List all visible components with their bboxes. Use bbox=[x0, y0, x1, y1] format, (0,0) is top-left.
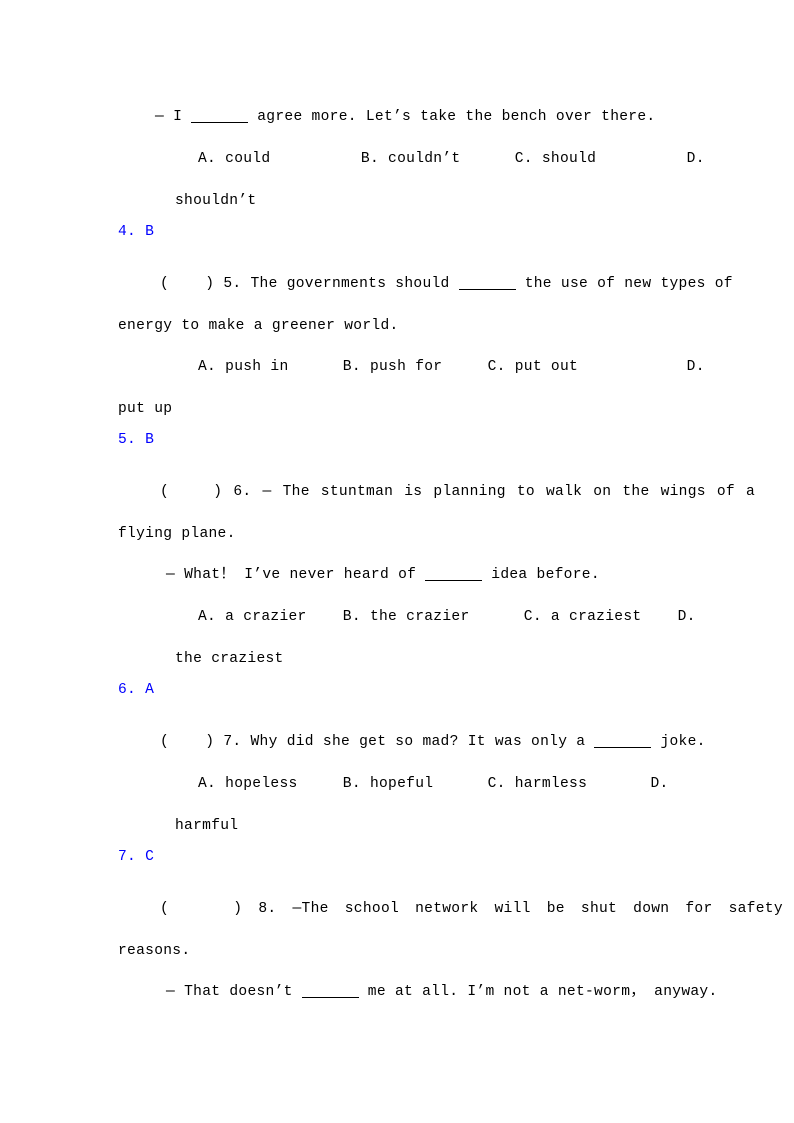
question-5-marker[interactable]: ( ) 5. bbox=[160, 276, 251, 292]
question-8-blank[interactable] bbox=[301, 997, 359, 998]
question-5-options[interactable]: A. push in B. push for C. put out D. bbox=[198, 358, 705, 376]
question-7-stem-before: Why did she get so mad? It was only a bbox=[250, 734, 595, 750]
question-6-stem-text: — The stuntman is planning to walk on th… bbox=[262, 484, 756, 500]
question-4-answer: 4. B bbox=[118, 224, 155, 240]
question-8-reply-before: — That doesn’t bbox=[166, 984, 302, 1000]
question-8-stem-line1: ( ) 8. —The school network will be shut … bbox=[160, 900, 783, 918]
question-6-blank[interactable] bbox=[425, 580, 483, 581]
question-4-blank[interactable] bbox=[191, 122, 249, 123]
question-7-stem-after: joke. bbox=[651, 734, 706, 750]
question-6-options[interactable]: A. a crazier B. the crazier C. a crazies… bbox=[198, 608, 696, 626]
question-4-stem-after: agree more. Let’s take the bench over th… bbox=[248, 109, 656, 125]
question-7-answer: 7. C bbox=[118, 849, 155, 865]
question-7-stem-line: ( ) 7. Why did she get so mad? It was on… bbox=[160, 733, 706, 751]
question-7-options-wrap[interactable]: harmful bbox=[175, 817, 238, 835]
question-6-reply-before: — What！ I’ve never heard of bbox=[166, 567, 426, 583]
question-6-stem-line1: ( ) 6. — The stuntman is planning to wal… bbox=[160, 483, 755, 501]
question-8-reply-line: — That doesn’t me at all. I’m not a net-… bbox=[166, 983, 718, 1001]
question-5-stem-after: the use of new types of bbox=[515, 276, 733, 292]
question-7-marker[interactable]: ( ) 7. bbox=[160, 734, 251, 750]
question-7-options[interactable]: A. hopeless B. hopeful C. harmless D. bbox=[198, 775, 669, 793]
question-5-stem-line2: energy to make a greener world. bbox=[118, 318, 399, 334]
document-page: — I agree more. Let’s take the bench ove… bbox=[0, 0, 794, 1123]
question-8-stem-line2: reasons. bbox=[118, 943, 191, 959]
question-6-answer: 6. A bbox=[118, 682, 155, 698]
question-8-reply-after: me at all. I’m not a net-worm， anyway. bbox=[358, 984, 718, 1000]
question-4-options-wrap[interactable]: shouldn’t bbox=[175, 192, 256, 210]
question-6-reply-line: — What！ I’ve never heard of idea before. bbox=[166, 566, 600, 584]
question-5-options-wrap[interactable]: put up bbox=[118, 400, 172, 418]
question-5-stem-line1: ( ) 5. The governments should the use of… bbox=[160, 275, 733, 293]
question-5-blank[interactable] bbox=[458, 289, 516, 290]
question-6-reply-after: idea before. bbox=[482, 567, 600, 583]
question-4-stem-before: — I bbox=[155, 109, 192, 125]
question-4-stem-line: — I agree more. Let’s take the bench ove… bbox=[155, 108, 655, 126]
question-6-stem-line2: flying plane. bbox=[118, 526, 236, 542]
question-8-marker[interactable]: ( ) 8. bbox=[160, 901, 293, 917]
question-4-options[interactable]: A. could B. couldn’t C. should D. bbox=[198, 150, 705, 168]
question-6-marker[interactable]: ( ) 6. bbox=[160, 484, 263, 500]
question-5-stem-before: The governments should bbox=[250, 276, 459, 292]
question-7-blank[interactable] bbox=[594, 747, 652, 748]
question-8-stem-text: —The school network will be shut down fo… bbox=[292, 901, 783, 917]
question-6-options-wrap[interactable]: the craziest bbox=[175, 650, 284, 668]
question-5-answer: 5. B bbox=[118, 432, 155, 448]
